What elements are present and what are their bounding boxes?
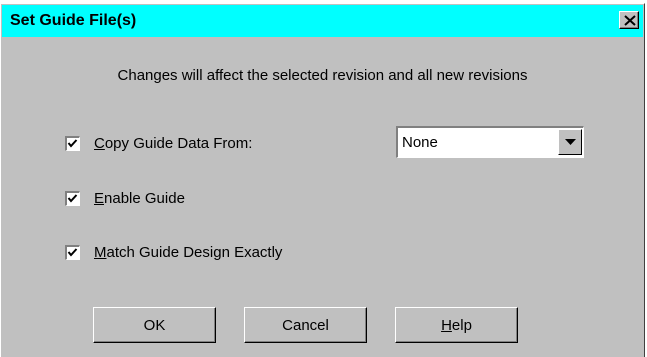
match-guide-design-checkbox[interactable] [65, 244, 80, 260]
dropdown-arrow-icon [565, 139, 576, 145]
checkmark-icon [67, 138, 78, 148]
match-guide-design-option[interactable]: Match Guide Design Exactly [65, 241, 282, 263]
copy-guide-data-option[interactable]: Copy Guide Data From: [65, 132, 252, 154]
title-bar[interactable]: Set Guide File(s) [2, 5, 643, 37]
enable-guide-option[interactable]: Enable Guide [65, 187, 185, 209]
match-guide-design-label: Match Guide Design Exactly [94, 243, 283, 261]
copy-source-value: None [402, 134, 438, 151]
checkmark-icon [67, 193, 78, 203]
copy-source-select[interactable]: None [396, 126, 584, 158]
info-text: Changes will affect the selected revisio… [117, 67, 528, 84]
help-accel: H [441, 316, 452, 334]
dropdown-button[interactable] [558, 129, 582, 155]
help-label: elp [451, 316, 472, 334]
copy-guide-data-checkbox[interactable] [65, 135, 80, 151]
close-button[interactable] [619, 11, 639, 29]
set-guide-files-dialog: Set Guide File(s) Changes will affect th… [0, 3, 645, 357]
checkmark-icon [67, 247, 78, 257]
ok-button[interactable]: OK [93, 307, 216, 343]
copy-guide-data-label: Copy Guide Data From: [94, 134, 253, 152]
cancel-button[interactable]: Cancel [244, 307, 367, 343]
close-icon [624, 15, 636, 26]
enable-guide-checkbox[interactable] [65, 190, 80, 206]
help-button[interactable]: Help [395, 307, 518, 343]
enable-guide-label: Enable Guide [94, 189, 185, 207]
dialog-title: Set Guide File(s) [10, 12, 137, 29]
